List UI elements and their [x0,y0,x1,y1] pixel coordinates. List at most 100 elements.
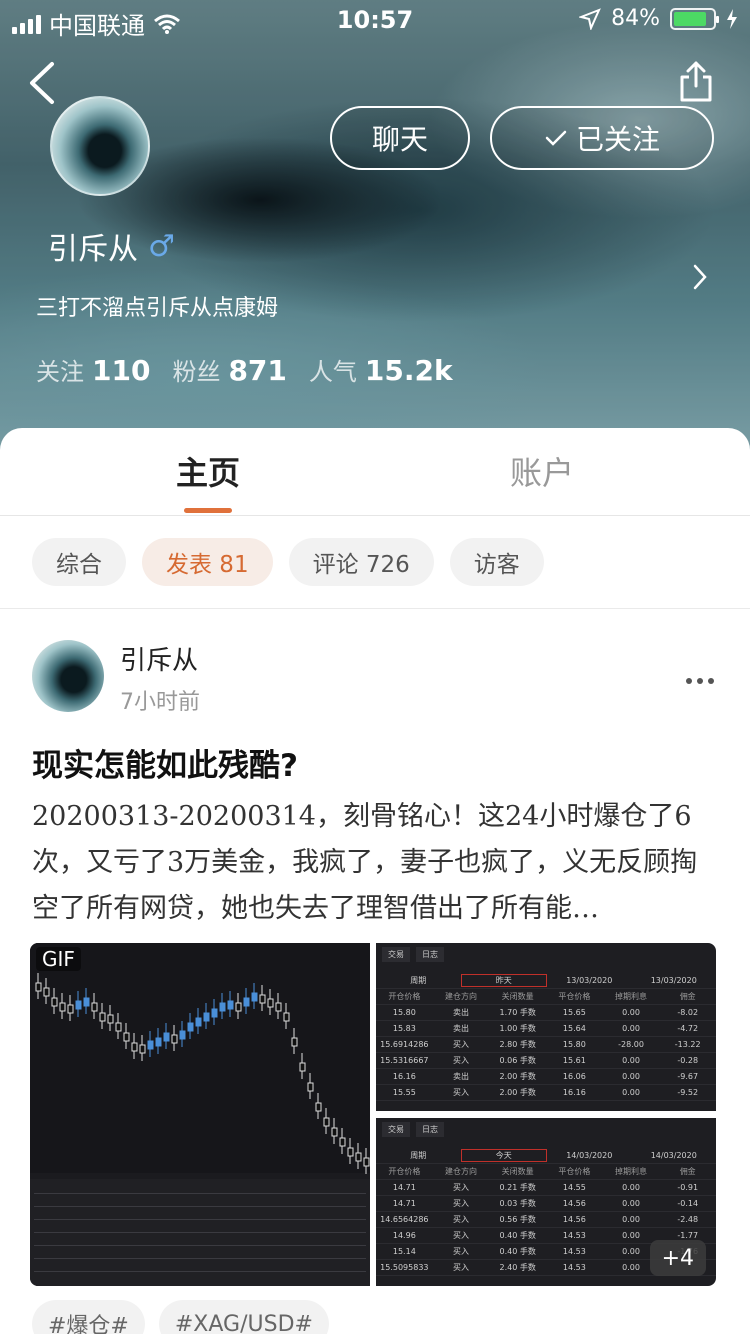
candle-body [75,1000,82,1010]
table-cell: -1.77 [677,1231,699,1240]
candle-body [347,1147,354,1157]
thumbnail-row-line [34,1206,366,1207]
more-images-badge[interactable]: +4 [649,1240,706,1276]
table-cell: 16.06 [562,1072,586,1081]
candle-body [147,1040,154,1050]
table-cell: 0.21 手数 [499,1183,536,1192]
follow-button[interactable]: 已关注 [490,106,714,170]
candle-body [259,994,266,1004]
male-icon: ♂ [148,228,175,264]
table-cell: 14.55 [562,1183,586,1192]
period-select: 昨天 [460,974,547,987]
post-image-gif[interactable]: GIF [30,943,370,1286]
table-cell: 2.80 手数 [499,1040,536,1049]
table-cell: 0.00 [622,1088,640,1097]
period-filter-row: 周期 昨天 13/03/2020 13/03/2020 [376,973,716,989]
table-cell: 卖出 [453,1024,469,1033]
table-cell: 1.70 手数 [499,1008,536,1017]
period-filter-row: 周期 今天 14/03/2020 14/03/2020 [376,1148,716,1164]
chat-button[interactable]: 聊天 [330,106,470,170]
table-cell: 0.00 [622,1183,640,1192]
candle-body [107,1014,114,1024]
profile-name: 引斥从 [48,232,138,267]
table-cell: 卖出 [453,1008,469,1017]
post-body[interactable]: 20200313-20200314，刻骨铭心！这24小时爆仓了6次，又亏了3万美… [32,794,722,932]
column-header: 掉期利息 [615,1167,648,1176]
column-header: 建仓方向 [445,1167,477,1176]
candle-body [43,987,50,997]
filter-chip-all[interactable]: 综合 [32,538,126,586]
chevron-right-icon[interactable] [690,262,710,292]
check-icon [545,130,567,146]
filter-chip-comments[interactable]: 评论 726 [288,538,434,586]
table-cell: 买入 [453,1183,469,1192]
status-bar: 中国联通 10:57 84% [0,0,750,40]
tab-account[interactable]: 账户 [510,448,574,494]
post-image-table-1[interactable]: 交易 日志 周期 昨天 13/03/2020 13/03/2020 开仓价格 建仓方向 关闭… [376,943,716,1111]
candle-body [139,1044,146,1054]
table-cell: 0.00 [622,1008,640,1017]
date-from: 13/03/2020 [566,976,613,985]
table-cell: 15.80 [392,1008,416,1017]
post-author-avatar[interactable] [32,640,104,712]
filter-chip-visitors[interactable]: 访客 [449,538,544,586]
column-header: 关闭数量 [501,992,534,1001]
table-cell: 14.6564286 [380,1215,429,1224]
profile-avatar[interactable] [50,96,150,196]
table-cell: -0.14 [677,1199,699,1208]
candle-body [243,997,250,1007]
table-cell: 0.00 [622,1215,640,1224]
share-icon[interactable] [676,60,716,104]
filter-chip-posts[interactable]: 发表 81 [142,538,273,586]
tab-home[interactable]: 主页 [176,448,240,494]
candle-body [195,1017,202,1027]
stat-following[interactable]: 关注 110 [36,352,150,387]
tag-xag-usd[interactable]: #XAG/USD# [158,1300,329,1334]
post-timestamp: 7小时前 [120,690,200,715]
gif-badge: GIF [36,947,81,971]
back-icon[interactable] [22,58,62,108]
post-title[interactable]: 现实怎能如此残酷? [32,740,298,785]
table-cell: -28.00 [618,1040,644,1049]
post-image-table-2[interactable]: 交易 日志 周期 今天 14/03/2020 14/03/2020 开仓价格 建仓方向 关闭… [376,1118,716,1286]
table-row: 16.16 卖出 2.00 手数 16.06 0.00 -9.67 [376,1069,716,1085]
candle-body [363,1157,370,1167]
more-options-icon[interactable] [686,678,714,684]
column-header: 开仓价格 [388,1167,421,1176]
stat-followers[interactable]: 粉丝 871 [172,352,286,387]
table-cell: 14.53 [562,1231,586,1240]
period-label: 周期 [410,1151,427,1160]
table-row: 14.6564286 买入 0.56 手数 14.56 0.00 -2.48 [376,1212,716,1228]
candle-body [131,1042,138,1052]
candle-body [67,1004,74,1014]
table-cell: 买入 [453,1088,469,1097]
candle-body [115,1022,122,1032]
table-cell: 0.00 [622,1024,640,1033]
table-cell: 0.06 手数 [499,1056,536,1065]
thumbnail-row-line [34,1219,366,1220]
candle-body [83,997,90,1007]
tag-liquidation[interactable]: #爆仓# [32,1300,145,1334]
table-cell: 15.83 [392,1024,416,1033]
candle-body [307,1082,314,1092]
column-header: 开仓价格 [388,992,421,1001]
candle-body [331,1127,338,1137]
table-cell: 15.61 [562,1056,586,1065]
table-cell: 14.53 [562,1263,586,1272]
table-row: 15.6914286 买入 2.80 手数 15.80 -28.00 -13.22 [376,1037,716,1053]
date-to: 14/03/2020 [650,1151,697,1160]
table-cell: 2.00 手数 [499,1088,536,1097]
post-tags: #爆仓# #XAG/USD# [32,1300,329,1334]
post-author-name[interactable]: 引斥从 [120,640,198,677]
thumbnail-row-line [34,1232,366,1233]
table-cell: 0.00 [622,1056,640,1065]
candle-body [275,1002,282,1012]
table-cell: 16.16 [562,1088,586,1097]
candlestick-chart-image [30,943,370,1286]
follow-button-label: 已关注 [575,123,660,156]
table-cell: 14.56 [562,1199,586,1208]
table-cell: 15.5095833 [380,1263,429,1272]
stat-popularity: 人气 15.2k [308,354,453,387]
tab-indicator [184,508,232,513]
candle-body [235,1002,242,1012]
